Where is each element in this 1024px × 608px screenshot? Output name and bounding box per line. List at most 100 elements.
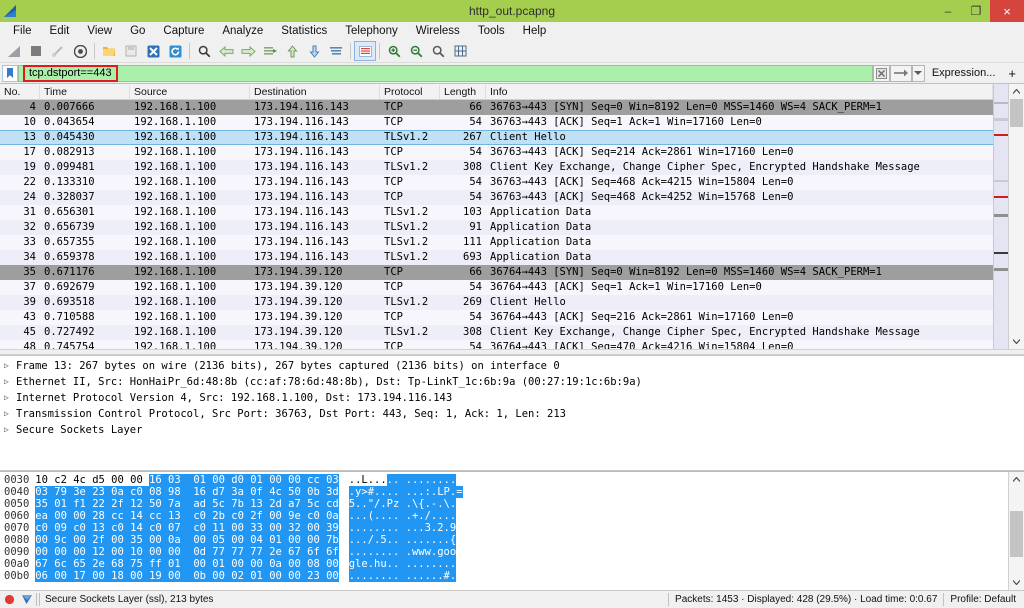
display-filter-input[interactable]: tcp.dstport==443	[18, 64, 873, 82]
table-row[interactable]: 31 0.656301 192.168.1.100 173.194.116.143 TL…	[0, 205, 993, 220]
packet-details-pane[interactable]: ▷ Frame 13: 267 bytes on wire (2136 bits)…	[0, 355, 1024, 471]
minimize-button[interactable]: –	[934, 0, 962, 22]
menu-item-analyze[interactable]: Analyze	[213, 22, 272, 40]
apply-filter-arrow-icon[interactable]	[889, 64, 912, 82]
open-file-icon[interactable]	[98, 41, 120, 61]
hex-dump-row[interactable]: 0060 ea 00 00 28 cc 14 cc 13 c0 2b c0 2f …	[4, 510, 1008, 522]
go-to-last-packet-icon[interactable]	[303, 41, 325, 61]
hex-dump-row[interactable]: 0050 35 01 f1 22 2f 12 50 7a ad 5c 7b 13 …	[4, 498, 1008, 510]
go-back-icon[interactable]	[215, 41, 237, 61]
restore-button[interactable]: ❐	[962, 0, 990, 22]
add-filter-button[interactable]: +	[1002, 65, 1022, 82]
menu-item-wireless[interactable]: Wireless	[407, 22, 469, 40]
restart-capture-icon[interactable]	[47, 41, 69, 61]
start-capture-icon[interactable]	[3, 41, 25, 61]
bookmark-icon[interactable]	[2, 64, 18, 82]
hex-dump-row[interactable]: 0080 00 9c 00 2f 00 35 00 0a 00 05 00 04 …	[4, 534, 1008, 546]
scrollbar-thumb[interactable]	[1010, 511, 1023, 557]
close-file-icon[interactable]	[142, 41, 164, 61]
zoom-out-icon[interactable]	[405, 41, 427, 61]
scrollbar-track[interactable]	[1009, 99, 1024, 334]
menu-item-statistics[interactable]: Statistics	[272, 22, 336, 40]
column-header-time[interactable]: Time	[40, 84, 130, 99]
zoom-in-icon[interactable]	[383, 41, 405, 61]
menu-item-view[interactable]: View	[78, 22, 121, 40]
column-header-source[interactable]: Source	[130, 84, 250, 99]
column-header-no[interactable]: No.	[0, 84, 40, 99]
column-header-length[interactable]: Length	[440, 84, 486, 99]
packet-list-scrollbar[interactable]	[1008, 84, 1024, 349]
column-header-destination[interactable]: Destination	[250, 84, 380, 99]
scroll-down-icon[interactable]	[1009, 334, 1024, 349]
table-row[interactable]: 33 0.657355 192.168.1.100 173.194.116.143 TL…	[0, 235, 993, 250]
hex-dump-row[interactable]: 00b0 06 00 17 00 18 00 19 00 0b 00 02 01 …	[4, 570, 1008, 582]
scroll-up-icon[interactable]	[1009, 472, 1024, 487]
expand-triangle-icon[interactable]: ▷	[4, 422, 16, 438]
detail-tree-item[interactable]: ▷ Secure Sockets Layer	[0, 422, 1024, 438]
status-profile[interactable]: Profile: Default	[950, 594, 1024, 605]
hex-dump-row[interactable]: 0040 03 79 3e 23 0a c0 08 98 16 d7 3a 0f …	[4, 486, 1008, 498]
menu-item-file[interactable]: File	[4, 22, 41, 40]
table-row[interactable]: 39 0.693518 192.168.1.100 173.194.39.120 TLS…	[0, 295, 993, 310]
scroll-up-icon[interactable]	[1009, 84, 1024, 99]
menu-item-edit[interactable]: Edit	[41, 22, 79, 40]
table-row[interactable]: 43 0.710588 192.168.1.100 173.194.39.120 TCP…	[0, 310, 993, 325]
table-row[interactable]: 13 0.045430 192.168.1.100 173.194.116.143 TL…	[0, 130, 993, 145]
table-row[interactable]: 48 0.745754 192.168.1.100 173.194.39.120 TCP…	[0, 340, 993, 349]
stop-capture-icon[interactable]	[25, 41, 47, 61]
scroll-down-icon[interactable]	[1009, 575, 1024, 590]
expand-triangle-icon[interactable]: ▷	[4, 358, 16, 374]
table-row[interactable]: 4 0.007666 192.168.1.100 173.194.116.143 TCP…	[0, 100, 993, 115]
resize-columns-icon[interactable]	[449, 41, 471, 61]
detail-tree-item[interactable]: ▷ Internet Protocol Version 4, Src: 192.1…	[0, 390, 1024, 406]
table-row[interactable]: 34 0.659378 192.168.1.100 173.194.116.143 TL…	[0, 250, 993, 265]
reload-file-icon[interactable]	[164, 41, 186, 61]
zoom-reset-icon[interactable]	[427, 41, 449, 61]
go-forward-icon[interactable]	[237, 41, 259, 61]
colorize-packets-icon[interactable]	[354, 41, 376, 61]
go-to-packet-icon[interactable]	[259, 41, 281, 61]
hex-dump-row[interactable]: 0030 10 c2 4c d5 00 00 16 03 01 00 d0 01 …	[4, 474, 1008, 486]
save-file-icon[interactable]	[120, 41, 142, 61]
expand-triangle-icon[interactable]: ▷	[4, 390, 16, 406]
auto-scroll-icon[interactable]	[325, 41, 347, 61]
detail-tree-item[interactable]: ▷ Frame 13: 267 bytes on wire (2136 bits)…	[0, 358, 1024, 374]
intelligent-scrollbar[interactable]	[993, 84, 1008, 349]
chevron-down-icon[interactable]	[911, 64, 925, 82]
table-row[interactable]: 37 0.692679 192.168.1.100 173.194.39.120 TCP…	[0, 280, 993, 295]
clear-filter-icon[interactable]	[872, 64, 890, 82]
table-row[interactable]: 19 0.099481 192.168.1.100 173.194.116.143 TL…	[0, 160, 993, 175]
scrollbar-track[interactable]	[1009, 487, 1024, 575]
detail-tree-item[interactable]: ▷ Transmission Control Protocol, Src Port…	[0, 406, 1024, 422]
table-row[interactable]: 45 0.727492 192.168.1.100 173.194.39.120 TLS…	[0, 325, 993, 340]
expert-info-error-icon[interactable]	[0, 594, 18, 605]
expand-triangle-icon[interactable]: ▷	[4, 406, 16, 422]
find-packet-icon[interactable]	[193, 41, 215, 61]
menu-item-go[interactable]: Go	[121, 22, 154, 40]
expand-triangle-icon[interactable]: ▷	[4, 374, 16, 390]
table-row[interactable]: 10 0.043654 192.168.1.100 173.194.116.143 TC…	[0, 115, 993, 130]
menu-item-help[interactable]: Help	[514, 22, 556, 40]
bytes-pane-scrollbar[interactable]	[1008, 472, 1024, 590]
column-header-protocol[interactable]: Protocol	[380, 84, 440, 99]
capture-comment-icon[interactable]	[18, 594, 36, 605]
hex-dump-row[interactable]: 0090 00 00 00 12 00 10 00 00 0d 77 77 77 …	[4, 546, 1008, 558]
filter-expression-button[interactable]: Expression...	[925, 65, 1003, 82]
packet-bytes-pane[interactable]: 0030 10 c2 4c d5 00 00 16 03 01 00 d0 01 …	[0, 471, 1024, 590]
scrollbar-thumb[interactable]	[1010, 99, 1023, 127]
column-header-info[interactable]: Info	[486, 84, 993, 99]
hex-dump-row[interactable]: 00a0 67 6c 65 2e 68 75 ff 01 00 01 00 00 …	[4, 558, 1008, 570]
hex-dump-row[interactable]: 0070 c0 09 c0 13 c0 14 c0 07 c0 11 00 33 …	[4, 522, 1008, 534]
capture-options-icon[interactable]	[69, 41, 91, 61]
detail-tree-item[interactable]: ▷ Ethernet II, Src: HonHaiPr_6d:48:8b (cc…	[0, 374, 1024, 390]
table-row[interactable]: 35 0.671176 192.168.1.100 173.194.39.120 TCP…	[0, 265, 993, 280]
menu-item-tools[interactable]: Tools	[469, 22, 514, 40]
table-row[interactable]: 32 0.656739 192.168.1.100 173.194.116.143 TL…	[0, 220, 993, 235]
go-to-first-packet-icon[interactable]	[281, 41, 303, 61]
table-row[interactable]: 24 0.328037 192.168.1.100 173.194.116.143 TC…	[0, 190, 993, 205]
table-row[interactable]: 17 0.082913 192.168.1.100 173.194.116.143 TC…	[0, 145, 993, 160]
menu-item-telephony[interactable]: Telephony	[336, 22, 406, 40]
close-button[interactable]: ×	[990, 0, 1024, 22]
table-row[interactable]: 22 0.133310 192.168.1.100 173.194.116.143 TC…	[0, 175, 993, 190]
menu-item-capture[interactable]: Capture	[154, 22, 213, 40]
